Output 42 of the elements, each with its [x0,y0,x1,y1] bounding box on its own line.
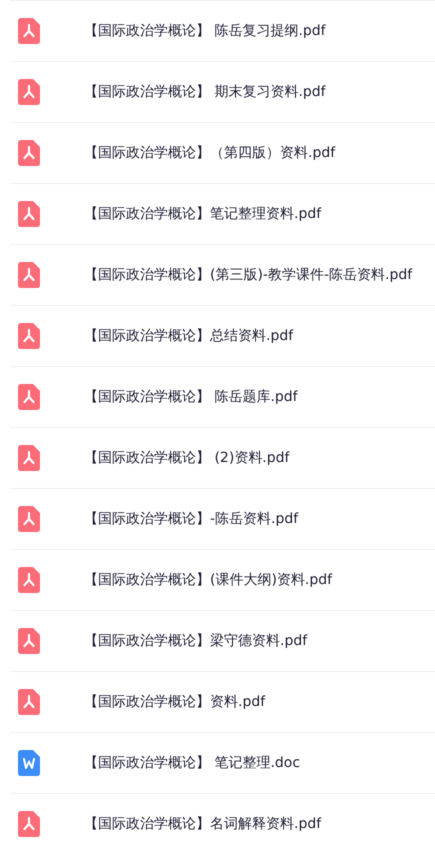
file-row[interactable]: 【国际政治学概论】(课件大纲)资料.pdf [10,549,435,610]
pdf-file-icon [18,689,40,715]
file-name: 【国际政治学概论】 陈岳复习提纲.pdf [84,22,326,40]
pdf-file-icon [18,811,40,837]
file-name: 【国际政治学概论】 陈岳题库.pdf [84,388,298,406]
file-name: 【国际政治学概论】 期末复习资料.pdf [84,83,326,101]
pdf-file-icon [18,79,40,105]
file-row[interactable]: 【国际政治学概论】 (2)资料.pdf [10,427,435,488]
file-row[interactable]: 【国际政治学概论】 陈岳题库.pdf [10,366,435,427]
pdf-file-icon [18,567,40,593]
file-name: 【国际政治学概论】总结资料.pdf [84,327,294,345]
pdf-file-icon [18,18,40,44]
file-row[interactable]: 【国际政治学概论】名词解释资料.pdf [10,793,435,852]
file-row[interactable]: 【国际政治学概论】梁守德资料.pdf [10,610,435,671]
file-name: 【国际政治学概论】(第三版)-教学课件-陈岳资料.pdf [84,266,412,284]
pdf-file-icon [18,201,40,227]
file-row[interactable]: 【国际政治学概论】 笔记整理.doc [10,732,435,793]
pdf-file-icon [18,445,40,471]
pdf-file-icon [18,262,40,288]
file-name: 【国际政治学概论】 (2)资料.pdf [84,449,290,467]
file-name: 【国际政治学概论】资料.pdf [84,693,266,711]
pdf-file-icon [18,140,40,166]
file-row[interactable]: 【国际政治学概论】（第四版）资料.pdf [10,122,435,183]
file-row[interactable]: 【国际政治学概论】(第三版)-教学课件-陈岳资料.pdf [10,244,435,305]
pdf-file-icon [18,628,40,654]
file-row[interactable]: 【国际政治学概论】资料.pdf [10,671,435,732]
file-name: 【国际政治学概论】-陈岳资料.pdf [84,510,298,528]
pdf-file-icon [18,323,40,349]
file-row[interactable]: 【国际政治学概论】-陈岳资料.pdf [10,488,435,549]
file-name: 【国际政治学概论】名词解释资料.pdf [84,815,322,833]
file-row[interactable]: 【国际政治学概论】笔记整理资料.pdf [10,183,435,244]
file-name: 【国际政治学概论】笔记整理资料.pdf [84,205,322,223]
file-name: 【国际政治学概论】（第四版）资料.pdf [84,144,336,162]
file-row[interactable]: 【国际政治学概论】 期末复习资料.pdf [10,61,435,122]
file-name: 【国际政治学概论】 笔记整理.doc [84,754,300,772]
word-file-icon [18,750,40,776]
file-name: 【国际政治学概论】(课件大纲)资料.pdf [84,571,332,589]
file-row[interactable]: 【国际政治学概论】 陈岳复习提纲.pdf [10,0,435,61]
pdf-file-icon [18,506,40,532]
pdf-file-icon [18,384,40,410]
file-row[interactable]: 【国际政治学概论】总结资料.pdf [10,305,435,366]
file-name: 【国际政治学概论】梁守德资料.pdf [84,632,308,650]
